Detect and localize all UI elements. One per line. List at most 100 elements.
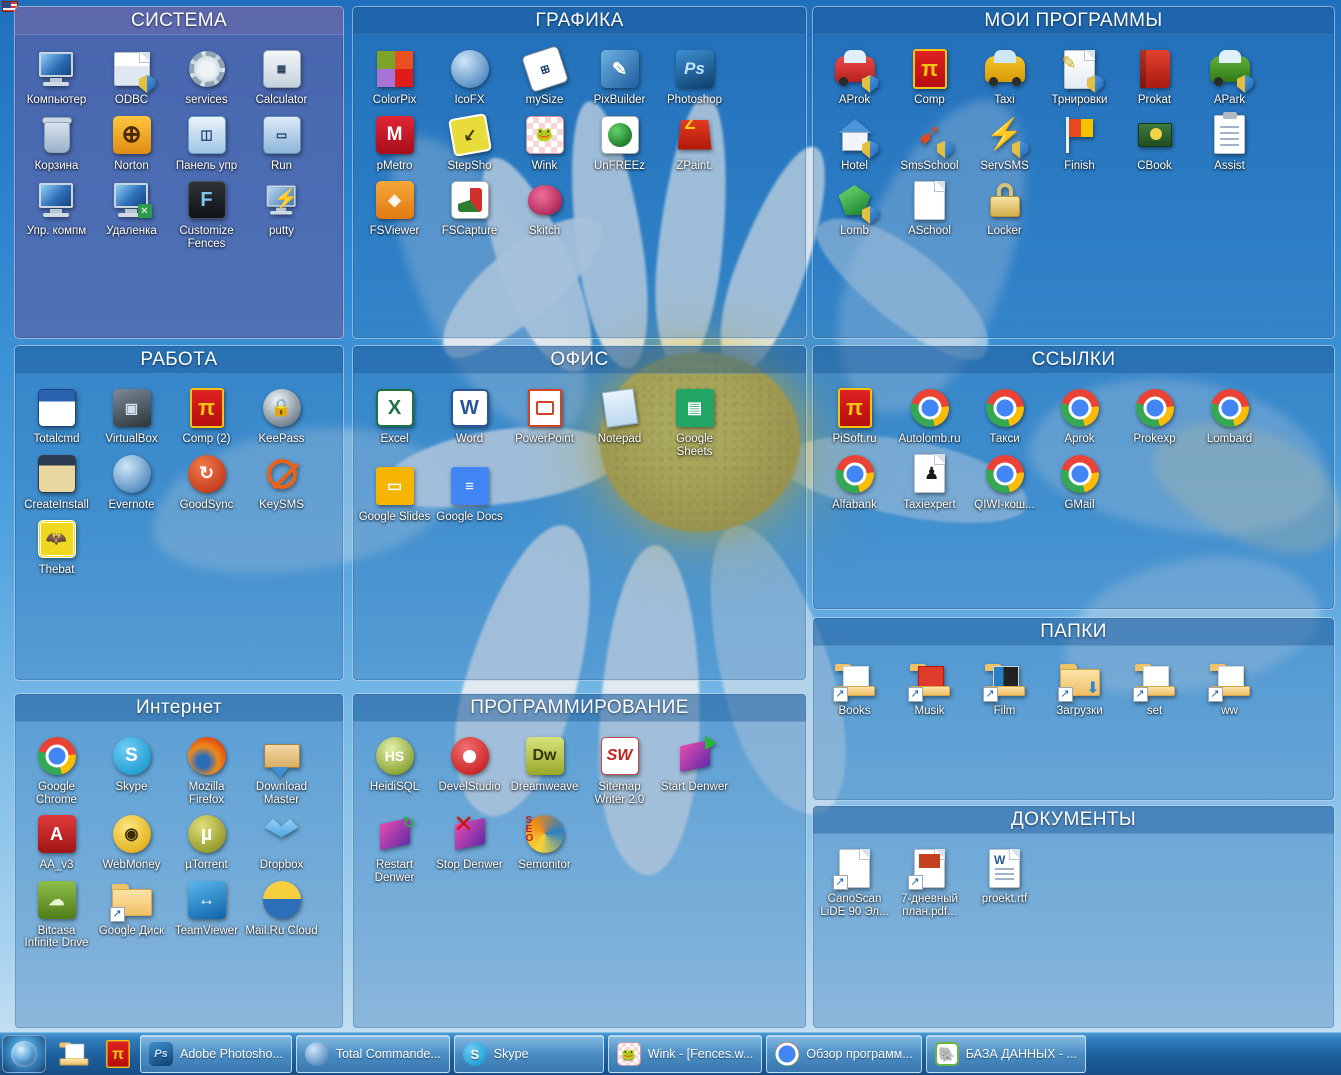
desktop-icon-lomb[interactable]: Lomb [817, 174, 892, 240]
taskbar-button-total-commander[interactable]: Total Commande... [295, 1035, 450, 1073]
desktop-icon-google-slides[interactable]: ▭ Google Slides [357, 460, 432, 526]
desktop-icon-google-disk[interactable]: ↗ Google Диск [94, 874, 169, 952]
desktop-icon-folder-ww[interactable]: ↗ ww [1192, 654, 1267, 720]
comp-pi-icon[interactable]: π [96, 1035, 140, 1073]
desktop-icon-unfreez[interactable]: UnFREEz [582, 109, 657, 175]
fence-links[interactable]: ССЫЛКИ π PiSoft.ru Autolomb.ru Такси Apr… [812, 345, 1335, 610]
desktop-icon-keepass[interactable]: 🔒 KeePass [244, 382, 319, 448]
desktop-icon-excel[interactable]: X Excel [357, 382, 432, 460]
desktop-icon-wink[interactable]: 🐸 Wink [507, 109, 582, 175]
desktop-icon-alfabank[interactable]: Alfabank [817, 448, 892, 514]
desktop-icon-computer[interactable]: Компьютер [19, 43, 94, 109]
desktop-icon-run[interactable]: ▭ Run [244, 109, 319, 175]
desktop-icon-createinstall[interactable]: CreateInstall [19, 448, 94, 514]
taskbar-button-wink[interactable]: 🐸 Wink - [Fences.w... [607, 1035, 763, 1073]
desktop-icon-powerpoint[interactable]: PowerPoint [507, 382, 582, 460]
desktop-icon-taxi[interactable]: Taxi [967, 43, 1042, 109]
desktop-icon-teamviewer[interactable]: ↔ TeamViewer [169, 874, 244, 952]
desktop-icon-odbc[interactable]: ODBC [94, 43, 169, 109]
taskbar-button-chrome[interactable]: Обзор программ... [766, 1035, 922, 1073]
desktop-icon-google-chrome[interactable]: Google Chrome [19, 730, 94, 808]
desktop-icon-fscapture[interactable]: FSCapture [432, 174, 507, 240]
desktop-icon-mysize[interactable]: ⊞ mySize [507, 43, 582, 109]
explorer-icon[interactable] [52, 1035, 96, 1073]
fence-graphics[interactable]: ГРАФИКА ColorPix IcoFX ⊞ mySize ✎ PixBui… [352, 6, 807, 339]
desktop-icon-control-panel[interactable]: ◫ Панель упр [169, 109, 244, 175]
desktop-icon-prokat[interactable]: Prokat [1117, 43, 1192, 109]
desktop-icon-thebat[interactable]: 🦇 Thebat [19, 513, 94, 579]
desktop-icon-folder-musik[interactable]: ↗ Musik [892, 654, 967, 720]
desktop-icon-semonitor[interactable]: SEO Semonitor [507, 808, 582, 886]
desktop-icon-pmetro[interactable]: М pMetro [357, 109, 432, 175]
desktop-icon-prokexp[interactable]: Prokexp [1117, 382, 1192, 448]
fence-internet[interactable]: Интернет Google Chrome S Skype Mozilla F… [14, 693, 344, 1029]
desktop-icon-putty[interactable]: ⚡ putty [244, 174, 319, 252]
desktop-icon-keysms[interactable]: KeySMS [244, 448, 319, 514]
desktop-icon-aa-v3[interactable]: A AA_v3 [19, 808, 94, 874]
desktop-icon-colorpix[interactable]: ColorPix [357, 43, 432, 109]
fence-folders[interactable]: ПАПКИ ↗ Books ↗ Musik ↗ Film ⬇ ↗ Загрузки… [812, 617, 1335, 801]
fence-documents[interactable]: ДОКУМЕНТЫ ↗ CanoScan LiDE 90 Эл... ↗ 7-д… [812, 805, 1335, 1029]
desktop-icon-services[interactable]: services [169, 43, 244, 109]
desktop-icon-mailru-cloud[interactable]: Mail.Ru Cloud [244, 874, 319, 952]
desktop-icon-bitcasa[interactable]: ☁ Bitcasa Infinite Drive [19, 874, 94, 952]
desktop-icon-pixbuilder[interactable]: ✎ PixBuilder [582, 43, 657, 109]
desktop-icon-google-docs[interactable]: ≡ Google Docs [432, 460, 507, 526]
desktop-icon-remote-desktop[interactable]: ✕ Удаленка [94, 174, 169, 252]
start-orb-icon[interactable] [2, 1035, 46, 1073]
desktop-icon-notepad[interactable]: Notepad [582, 382, 657, 460]
desktop-icon-customize-fences[interactable]: F Customize Fences [169, 174, 244, 252]
desktop-icon-cbook[interactable]: CBook [1117, 109, 1192, 175]
desktop-icon-skype[interactable]: S Skype [94, 730, 169, 808]
desktop-icon-locker[interactable]: Locker [967, 174, 1042, 240]
desktop-icon-servsms[interactable]: ⚡ ServSMS [967, 109, 1042, 175]
desktop-icon-develstudio[interactable]: DevelStudio [432, 730, 507, 808]
desktop-icon-dreamweaver[interactable]: Dw Dreamweave [507, 730, 582, 808]
desktop-icon-photoshop[interactable]: Ps Photoshop [657, 43, 732, 109]
desktop-icon-stepsho[interactable]: ↙ StepSho [432, 109, 507, 175]
desktop-icon-zpaint[interactable]: Z ZPaint. [657, 109, 732, 175]
desktop-icon-apark[interactable]: APark [1192, 43, 1267, 109]
desktop-icon-7-day-plan-pdf[interactable]: ↗ 7-дневный план.pdf... [892, 842, 967, 920]
desktop-icon-restart-denwer[interactable]: ↻ Restart Denwer [357, 808, 432, 886]
desktop-icon-proekt-rtf[interactable]: W proekt.rtf [967, 842, 1042, 920]
fence-my-programs[interactable]: МОИ ПРОГРАММЫ AProk π Comp Taxi ✎ Трниро… [812, 6, 1335, 339]
desktop-icon-stop-denwer[interactable]: ✕ Stop Denwer [432, 808, 507, 886]
desktop-icon-gmail[interactable]: GMail [1042, 448, 1117, 514]
desktop-icon-goodsync[interactable]: ↻ GoodSync [169, 448, 244, 514]
desktop-icon-evernote[interactable]: Evernote [94, 448, 169, 514]
desktop-icon-aschool[interactable]: ASchool [892, 174, 967, 240]
desktop-icon-smsschool[interactable]: ➹ SmsSchool [892, 109, 967, 175]
desktop-icon-totalcmd[interactable]: Totalcmd [19, 382, 94, 448]
desktop-icon-pisoft-ru[interactable]: π PiSoft.ru [817, 382, 892, 448]
taskbar-button-evernote[interactable]: 🐘 БАЗА ДАННЫХ - ... [925, 1035, 1086, 1073]
desktop-icon-canoscan[interactable]: ↗ CanoScan LiDE 90 Эл... [817, 842, 892, 920]
fence-work[interactable]: РАБОТА Totalcmd ▣ VirtualBox π Comp (2) … [14, 345, 344, 681]
desktop-icon-assist[interactable]: Assist [1192, 109, 1267, 175]
taskbar[interactable]: π Ps Adobe Photosho... Total Commande...… [0, 1032, 1341, 1075]
desktop-icon-sitemap-writer[interactable]: SW Sitemap Writer 2.0 [582, 730, 657, 808]
fence-system[interactable]: СИСТЕМА Компьютер ODBC services ▦ Calcul… [14, 6, 344, 339]
desktop-icon-aprok[interactable]: AProk [817, 43, 892, 109]
desktop-icon-lombard[interactable]: Lombard [1192, 382, 1267, 448]
desktop-icon-hotel[interactable]: Hotel [817, 109, 892, 175]
desktop-icon-taksi[interactable]: Такси [967, 382, 1042, 448]
desktop-icon-utorrent[interactable]: µ µTorrent [169, 808, 244, 874]
desktop-icon-skitch[interactable]: Skitch [507, 174, 582, 240]
taskbar-button-skype[interactable]: S Skype [453, 1035, 604, 1073]
desktop-icon-qiwi[interactable]: QIWI-кош... [967, 448, 1042, 514]
desktop-icon-calculator[interactable]: ▦ Calculator [244, 43, 319, 109]
desktop-icon-mozilla-firefox[interactable]: Mozilla Firefox [169, 730, 244, 808]
desktop-icon-recycle-bin[interactable]: Корзина [19, 109, 94, 175]
desktop-icon-heidisql[interactable]: HS HeidiSQL [357, 730, 432, 808]
desktop-icon-comp[interactable]: π Comp [892, 43, 967, 109]
desktop-icon-virtualbox[interactable]: ▣ VirtualBox [94, 382, 169, 448]
taskbar-button-photoshop[interactable]: Ps Adobe Photosho... [140, 1035, 292, 1073]
desktop-icon-aprok-link[interactable]: Aprok [1042, 382, 1117, 448]
desktop-icon-folder-film[interactable]: ↗ Film [967, 654, 1042, 720]
desktop-icon-webmoney[interactable]: ◉ WebMoney [94, 808, 169, 874]
desktop-icon-download-master[interactable]: Download Master [244, 730, 319, 808]
desktop-icon-trnirovki[interactable]: ✎ Трнировки [1042, 43, 1117, 109]
desktop-icon-start-denwer[interactable]: Start Denwer [657, 730, 732, 808]
desktop-icon-icofx[interactable]: IcoFX [432, 43, 507, 109]
